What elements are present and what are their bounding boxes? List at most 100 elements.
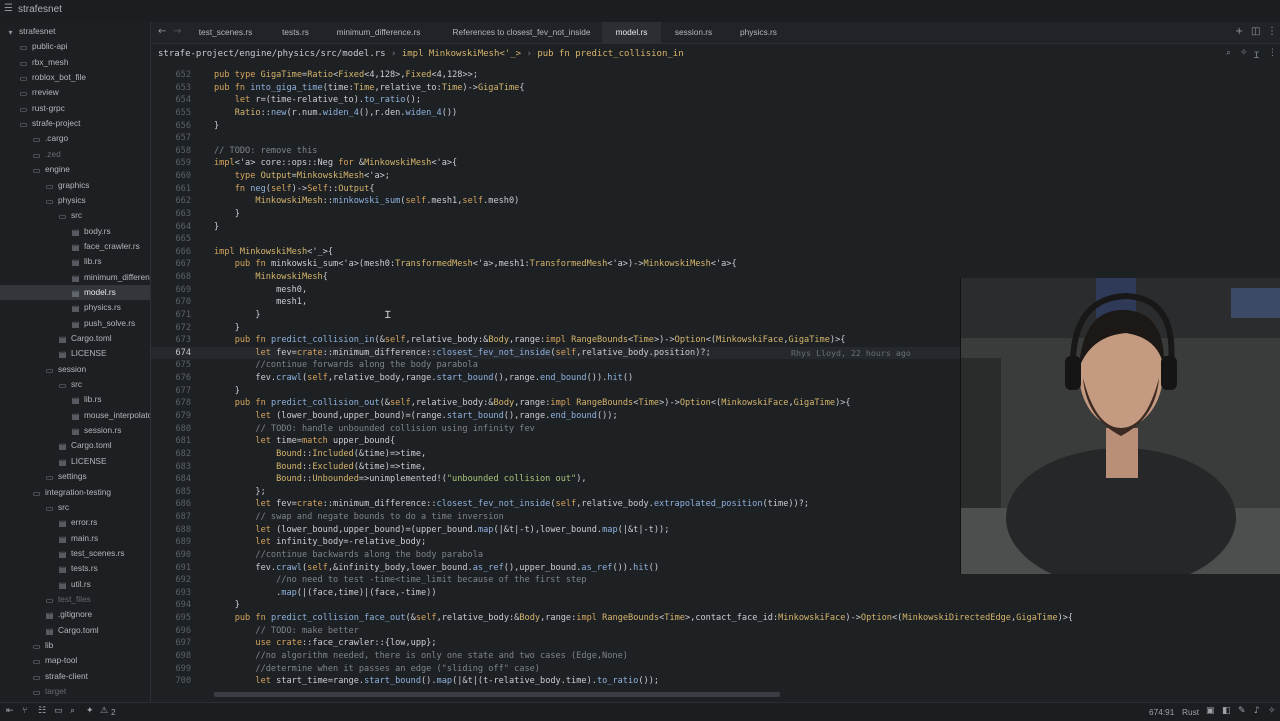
sidebar-item-license[interactable]: ▤ LICENSE bbox=[0, 454, 150, 469]
sidebar-item--zed[interactable]: ▭ .zed bbox=[0, 147, 150, 162]
line-code[interactable]: let (lower_bound,upper_bound)=(upper_bou… bbox=[214, 524, 669, 537]
split-icon[interactable]: ◫ bbox=[1251, 26, 1260, 37]
line-code[interactable]: // TODO: make better bbox=[214, 625, 358, 638]
search-icon[interactable]: ⌕ bbox=[1226, 48, 1231, 58]
line-code[interactable]: pub fn predict_collision_face_out(&self,… bbox=[214, 612, 1073, 625]
line-code[interactable]: Bound::Included(&time)=>time, bbox=[214, 448, 426, 461]
tab-test-scenes[interactable]: test_scenes.rs bbox=[188, 22, 263, 43]
cursor-icon[interactable]: Ɪ bbox=[1254, 48, 1259, 61]
sidebar-item-mouse-interpolator-rs[interactable]: ▤ mouse_interpolator.rs bbox=[0, 408, 150, 423]
sidebar-item-integration-testing[interactable]: ▭ integration-testing bbox=[0, 485, 150, 500]
code-line[interactable]: 657 bbox=[151, 132, 1280, 145]
dock-left-icon[interactable]: ⇤ bbox=[6, 706, 14, 716]
line-code[interactable]: } bbox=[214, 120, 219, 133]
line-code[interactable]: } bbox=[214, 221, 219, 234]
git-icon[interactable]: ⑂ bbox=[22, 706, 27, 716]
sidebar-item-util-rs[interactable]: ▤ util.rs bbox=[0, 577, 150, 592]
code-line[interactable]: 698 //no algorithm needed, there is only… bbox=[151, 650, 1280, 663]
code-line[interactable]: 659 impl<'a> core::ops::Neg for &Minkowsk… bbox=[151, 157, 1280, 170]
sidebar-item-graphics[interactable]: ▭ graphics bbox=[0, 178, 150, 193]
sidebar-item-src[interactable]: ▭ src bbox=[0, 500, 150, 515]
line-code[interactable]: } bbox=[214, 309, 260, 322]
code-line[interactable]: 692 //no need to test -time<time_limit b… bbox=[151, 574, 1280, 587]
magic-icon[interactable]: ✧ bbox=[1240, 48, 1248, 58]
line-code[interactable]: pub fn predict_collision_out(&self,relat… bbox=[214, 397, 851, 410]
code-line[interactable]: 694 } bbox=[151, 599, 1280, 612]
line-code[interactable]: } bbox=[214, 208, 240, 221]
sidebar-item-rreview[interactable]: ▭ rreview bbox=[0, 85, 150, 100]
cursor-position[interactable]: 674:91 bbox=[1149, 707, 1174, 717]
line-code[interactable]: impl MinkowskiMesh<'_>{ bbox=[214, 246, 333, 259]
breadcrumb-path[interactable]: strafe-project/engine/physics/src/model.… bbox=[158, 49, 386, 59]
menu-icon[interactable]: ☰ bbox=[4, 3, 13, 14]
line-code[interactable]: }; bbox=[214, 486, 265, 499]
code-line[interactable]: 656} bbox=[151, 120, 1280, 133]
line-code[interactable]: MinkowskiMesh::minkowski_sum(self.mesh1,… bbox=[214, 195, 519, 208]
line-code[interactable]: mesh1, bbox=[214, 296, 307, 309]
breadcrumb[interactable]: strafe-project/engine/physics/src/model.… bbox=[158, 49, 684, 59]
sidebar-item--gitignore[interactable]: ▤ .gitignore bbox=[0, 607, 150, 622]
line-code[interactable]: let r=(time-relative_to).to_ratio(); bbox=[214, 94, 421, 107]
horizontal-scrollbar[interactable] bbox=[214, 692, 780, 697]
code-line[interactable]: 661 fn neg(self)->Self::Output{ bbox=[151, 183, 1280, 196]
code-line[interactable]: 667 pub fn minkowski_sum<'a>(mesh0:Trans… bbox=[151, 258, 1280, 271]
sidebar-item-rbx-mesh[interactable]: ▭ rbx_mesh bbox=[0, 55, 150, 70]
sidebar-item-lib-rs[interactable]: ▤ lib.rs bbox=[0, 254, 150, 269]
line-code[interactable]: //continue forwards along the body parab… bbox=[214, 359, 477, 372]
line-code[interactable]: } bbox=[214, 322, 240, 335]
sidebar-item-face-crawler-rs[interactable]: ▤ face_crawler.rs bbox=[0, 239, 150, 254]
chevron-back-icon[interactable]: ← bbox=[158, 26, 166, 37]
sidebar-item-src[interactable]: ▭ src bbox=[0, 377, 150, 392]
terminal-icon[interactable]: ▭ bbox=[54, 706, 63, 716]
line-code[interactable]: pub type GigaTime=Ratio<Fixed<4,128>,Fix… bbox=[214, 69, 478, 82]
line-code[interactable]: //no need to test -time<time_limit becau… bbox=[214, 574, 586, 587]
sidebar-item-license[interactable]: ▤ LICENSE bbox=[0, 346, 150, 361]
sidebar-item-cargo-toml[interactable]: ▤ Cargo.toml bbox=[0, 331, 150, 346]
line-code[interactable]: // TODO: handle unbounded collision usin… bbox=[214, 423, 534, 436]
line-code[interactable]: let infinity_body=-relative_body; bbox=[214, 536, 426, 549]
sidebar-item-push-solve-rs[interactable]: ▤ push_solve.rs bbox=[0, 316, 150, 331]
vim-icon[interactable]: ▣ bbox=[1206, 706, 1215, 716]
line-code[interactable]: //no algorithm needed, there is only one… bbox=[214, 650, 628, 663]
chevron-forward-icon[interactable]: → bbox=[173, 26, 181, 37]
sidebar-item-lib[interactable]: ▭ lib bbox=[0, 638, 150, 653]
sidebar-item-test-files[interactable]: ▭ test_files bbox=[0, 592, 150, 607]
line-code[interactable]: let start_time=range.start_bound().map(|… bbox=[214, 675, 659, 688]
code-line[interactable]: 654 let r=(time-relative_to).to_ratio(); bbox=[151, 94, 1280, 107]
line-code[interactable]: } bbox=[214, 599, 240, 612]
notification-icon[interactable]: ♪ bbox=[1254, 706, 1260, 716]
line-code[interactable]: // TODO: remove this bbox=[214, 145, 317, 158]
sidebar-item-session[interactable]: ▭ session bbox=[0, 362, 150, 377]
sidebar-item-main-rs[interactable]: ▤ main.rs bbox=[0, 531, 150, 546]
line-code[interactable]: } bbox=[214, 385, 240, 398]
panel-icon[interactable]: ◧ bbox=[1222, 706, 1231, 716]
line-code[interactable]: fn neg(self)->Self::Output{ bbox=[214, 183, 375, 196]
breadcrumb-fn[interactable]: pub fn predict_collision_in bbox=[537, 49, 683, 59]
sidebar-item-test-scenes-rs[interactable]: ▤ test_scenes.rs bbox=[0, 546, 150, 561]
line-code[interactable]: mesh0, bbox=[214, 284, 307, 297]
code-line[interactable]: 658 // TODO: remove this bbox=[151, 145, 1280, 158]
sidebar-item-session-rs[interactable]: ▤ session.rs bbox=[0, 423, 150, 438]
outline-icon[interactable]: ☷ bbox=[38, 706, 46, 716]
diagnostics-count[interactable]: 2 bbox=[111, 707, 116, 717]
line-code[interactable]: let time=match upper_bound{ bbox=[214, 435, 395, 448]
code-line[interactable]: 664} bbox=[151, 221, 1280, 234]
more-icon[interactable]: ⋮ bbox=[1267, 26, 1277, 37]
tab-tests[interactable]: tests.rs bbox=[273, 22, 318, 43]
sidebar-item-cargo-toml[interactable]: ▤ Cargo.toml bbox=[0, 438, 150, 453]
line-code[interactable]: Ratio::new(r.num.widen_4(),r.den.widen_4… bbox=[214, 107, 458, 120]
sidebar-item-roblox-bot-file[interactable]: ▭ roblox_bot_file bbox=[0, 70, 150, 85]
line-code[interactable]: impl<'a> core::ops::Neg for &MinkowskiMe… bbox=[214, 157, 457, 170]
sidebar-item-model-rs[interactable]: ▤ model.rs bbox=[0, 284, 150, 300]
code-line[interactable]: 700 let start_time=range.start_bound().m… bbox=[151, 675, 1280, 688]
sidebar-item-rust-grpc[interactable]: ▭ rust-grpc bbox=[0, 101, 150, 116]
code-line[interactable]: 663 } bbox=[151, 208, 1280, 221]
tab-physics[interactable]: physics.rs bbox=[731, 22, 786, 43]
plus-icon[interactable]: + bbox=[1235, 26, 1243, 37]
sidebar-item-cargo-toml[interactable]: ▤ Cargo.toml bbox=[0, 623, 150, 638]
code-line[interactable]: 655 Ratio::new(r.num.widen_4(),r.den.wid… bbox=[151, 107, 1280, 120]
code-line[interactable]: 696 // TODO: make better bbox=[151, 625, 1280, 638]
sidebar-item--cargo[interactable]: ▭ .cargo bbox=[0, 131, 150, 146]
line-code[interactable]: // swap and negate bounds to do a time i… bbox=[214, 511, 503, 524]
code-line[interactable]: 695 pub fn predict_collision_face_out(&s… bbox=[151, 612, 1280, 625]
